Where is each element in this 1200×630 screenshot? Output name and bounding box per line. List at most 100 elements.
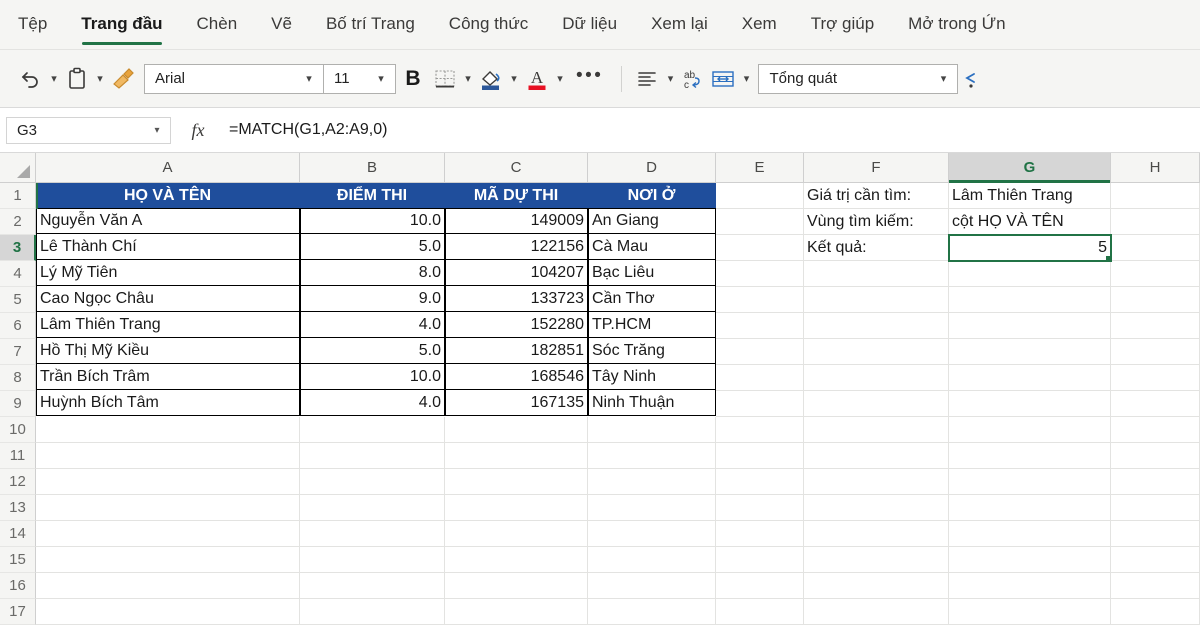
cell-g17[interactable]: [949, 599, 1111, 625]
cell-c6[interactable]: 152280: [445, 312, 588, 338]
cell-e10[interactable]: [716, 417, 804, 443]
cell-b15[interactable]: [300, 547, 445, 573]
cell-b8[interactable]: 10.0: [300, 364, 445, 390]
cell-b5[interactable]: 9.0: [300, 286, 445, 312]
cell-c10[interactable]: [445, 417, 588, 443]
cell-f7[interactable]: [804, 339, 949, 365]
cell-b17[interactable]: [300, 599, 445, 625]
cell-h5[interactable]: [1111, 287, 1200, 313]
cell-d5[interactable]: Cần Thơ: [588, 286, 716, 312]
cell-a12[interactable]: [36, 469, 300, 495]
font-size-caret-icon[interactable]: ▾: [369, 72, 393, 85]
cell-h10[interactable]: [1111, 417, 1200, 443]
cell-b2[interactable]: 10.0: [300, 208, 445, 234]
paste-icon[interactable]: [62, 62, 92, 96]
cell-f16[interactable]: [804, 573, 949, 599]
cell-g4[interactable]: [949, 261, 1111, 287]
row-header-6[interactable]: 6: [0, 313, 36, 339]
cell-d12[interactable]: [588, 469, 716, 495]
cell-e15[interactable]: [716, 547, 804, 573]
fill-color-caret-icon[interactable]: ▾: [506, 62, 522, 96]
cell-h9[interactable]: [1111, 391, 1200, 417]
row-header-4[interactable]: 4: [0, 261, 36, 287]
font-color-caret-icon[interactable]: ▾: [552, 62, 568, 96]
cell-h4[interactable]: [1111, 261, 1200, 287]
cell-e8[interactable]: [716, 365, 804, 391]
cell-e1[interactable]: [716, 183, 804, 209]
number-format-combo[interactable]: Tổng quát ▾: [758, 63, 959, 94]
cell-e6[interactable]: [716, 313, 804, 339]
cell-b16[interactable]: [300, 573, 445, 599]
cell-f13[interactable]: [804, 495, 949, 521]
formula-input[interactable]: =MATCH(G1,A2:A9,0): [225, 121, 1200, 139]
cell-d3[interactable]: Cà Mau: [588, 234, 716, 260]
wrap-text-icon[interactable]: ab c: [678, 62, 708, 96]
cell-h1[interactable]: [1111, 183, 1200, 209]
cell-g7[interactable]: [949, 339, 1111, 365]
cell-d7[interactable]: Sóc Trăng: [588, 338, 716, 364]
cell-h8[interactable]: [1111, 365, 1200, 391]
cell-b12[interactable]: [300, 469, 445, 495]
name-box[interactable]: G3 ▾: [6, 116, 171, 144]
cell-b6[interactable]: 4.0: [300, 312, 445, 338]
undo-dropdown-caret-icon[interactable]: ▾: [46, 62, 62, 96]
font-name-combo[interactable]: Arial ▾: [144, 63, 324, 94]
cell-f6[interactable]: [804, 313, 949, 339]
cell-f15[interactable]: [804, 547, 949, 573]
cell-a4[interactable]: Lý Mỹ Tiên: [36, 260, 300, 286]
cell-f5[interactable]: [804, 287, 949, 313]
cell-a8[interactable]: Trần Bích Trâm: [36, 364, 300, 390]
cell-d16[interactable]: [588, 573, 716, 599]
borders-icon[interactable]: [430, 62, 460, 96]
cell-f14[interactable]: [804, 521, 949, 547]
ribbon-tab-draw[interactable]: Vẽ: [271, 14, 292, 36]
cell-a17[interactable]: [36, 599, 300, 625]
cell-c12[interactable]: [445, 469, 588, 495]
cell-g11[interactable]: [949, 443, 1111, 469]
decrease-decimal-icon[interactable]: [958, 62, 988, 96]
cell-e5[interactable]: [716, 287, 804, 313]
cell-c11[interactable]: [445, 443, 588, 469]
cell-f4[interactable]: [804, 261, 949, 287]
column-header-g[interactable]: G: [949, 153, 1111, 183]
font-color-icon[interactable]: A: [522, 62, 552, 96]
row-header-12[interactable]: 12: [0, 469, 36, 495]
cell-g6[interactable]: [949, 313, 1111, 339]
row-header-3[interactable]: 3: [0, 235, 36, 261]
cell-a13[interactable]: [36, 495, 300, 521]
cell-a9[interactable]: Huỳnh Bích Tâm: [36, 390, 300, 416]
undo-icon[interactable]: [16, 62, 46, 96]
cell-f3[interactable]: Kết quả:: [804, 235, 949, 261]
cell-b3[interactable]: 5.0: [300, 234, 445, 260]
cell-g8[interactable]: [949, 365, 1111, 391]
row-header-11[interactable]: 11: [0, 443, 36, 469]
cell-a2[interactable]: Nguyễn Văn A: [36, 208, 300, 234]
cell-c3[interactable]: 122156: [445, 234, 588, 260]
ribbon-tab-review[interactable]: Xem lại: [651, 14, 708, 36]
cell-b4[interactable]: 8.0: [300, 260, 445, 286]
cell-d10[interactable]: [588, 417, 716, 443]
column-header-f[interactable]: F: [804, 153, 949, 182]
cell-a11[interactable]: [36, 443, 300, 469]
cell-e17[interactable]: [716, 599, 804, 625]
bold-button[interactable]: B: [396, 62, 430, 96]
cell-f12[interactable]: [804, 469, 949, 495]
cell-d2[interactable]: An Giang: [588, 208, 716, 234]
cell-d17[interactable]: [588, 599, 716, 625]
cell-e2[interactable]: [716, 209, 804, 235]
cell-g1[interactable]: Lâm Thiên Trang: [949, 183, 1111, 209]
column-header-a[interactable]: A: [36, 153, 300, 182]
cell-a14[interactable]: [36, 521, 300, 547]
cell-h15[interactable]: [1111, 547, 1200, 573]
cell-e4[interactable]: [716, 261, 804, 287]
cell-a3[interactable]: Lê Thành Chí: [36, 183, 300, 260]
cell-g10[interactable]: [949, 417, 1111, 443]
ribbon-tab-view[interactable]: Xem: [742, 14, 777, 36]
cell-g12[interactable]: [949, 469, 1111, 495]
cell-h14[interactable]: [1111, 521, 1200, 547]
cell-b7[interactable]: 5.0: [300, 338, 445, 364]
align-dropdown-caret-icon[interactable]: ▾: [662, 62, 678, 96]
cell-d14[interactable]: [588, 521, 716, 547]
row-header-15[interactable]: 15: [0, 547, 36, 573]
cell-c9[interactable]: 167135: [445, 390, 588, 416]
